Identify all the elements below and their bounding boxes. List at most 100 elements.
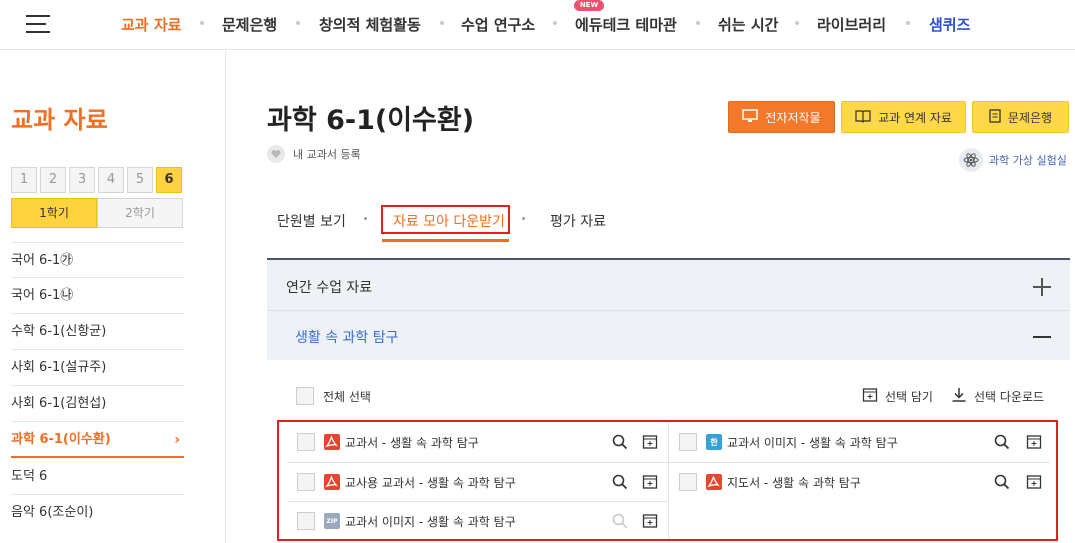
nav-separator bbox=[553, 21, 557, 25]
file-name[interactable]: 교과서 이미지 - 생활 속 과학 탐구 bbox=[345, 513, 516, 530]
file-checkbox[interactable] bbox=[679, 433, 697, 451]
register-textbook-label: 내 교과서 등록 bbox=[293, 148, 361, 161]
document-icon bbox=[989, 108, 1001, 126]
cart-add-icon[interactable] bbox=[641, 473, 659, 491]
sidebar-item-label: 과학 6-1(이수환) bbox=[11, 432, 111, 447]
nav-item-break-time[interactable]: 쉬는 시간 bbox=[718, 14, 778, 35]
image-file-icon: 한 bbox=[706, 434, 722, 450]
plus-icon[interactable] bbox=[1033, 278, 1051, 296]
nav-separator bbox=[296, 21, 300, 25]
nav-item-creative-activities[interactable]: 창의적 체험활동 bbox=[319, 14, 421, 35]
preview-search-icon[interactable] bbox=[993, 473, 1011, 491]
add-selected-label: 선택 담기 bbox=[885, 390, 933, 404]
sidebar-item-social-1[interactable]: 사회 6-1(설규주) bbox=[11, 350, 184, 386]
grade-button-3[interactable]: 3 bbox=[69, 167, 95, 193]
sidebar-item-korean-b[interactable]: 국어 6-1㉯ bbox=[11, 278, 184, 314]
nav-separator bbox=[906, 21, 910, 25]
semester-tab-1[interactable]: 1학기 bbox=[11, 198, 97, 228]
divider bbox=[668, 422, 669, 539]
cart-add-icon[interactable] bbox=[1025, 473, 1043, 491]
file-checkbox[interactable] bbox=[297, 512, 315, 530]
accordion-annual-materials[interactable]: 연간 수업 자료 bbox=[267, 258, 1070, 310]
sidebar-title: 교과 자료 bbox=[11, 106, 108, 134]
heart-icon bbox=[267, 145, 285, 163]
select-all-label: 전체 선택 bbox=[323, 389, 371, 404]
list-item: ZIP 교과서 이미지 - 생활 속 과학 탐구 bbox=[297, 501, 516, 541]
sidebar-item-math[interactable]: 수학 6-1(신항균) bbox=[11, 314, 184, 350]
file-checkbox[interactable] bbox=[297, 473, 315, 491]
register-textbook-button[interactable]: 내 교과서 등록 bbox=[267, 145, 361, 163]
nav-item-question-bank[interactable]: 문제은행 bbox=[222, 14, 277, 35]
file-name[interactable]: 지도서 - 생활 속 과학 탐구 bbox=[727, 474, 861, 491]
nav-separator bbox=[795, 21, 799, 25]
tab-download-collection[interactable]: 자료 모아 다운받기 bbox=[393, 211, 505, 231]
file-checkbox[interactable] bbox=[679, 473, 697, 491]
sidebar-item-social-2[interactable]: 사회 6-1(김현섭) bbox=[11, 386, 184, 422]
nav-item-lesson-lab[interactable]: 수업 연구소 bbox=[461, 14, 535, 35]
nav-separator bbox=[440, 21, 444, 25]
question-bank-label: 문제은행 bbox=[1007, 110, 1053, 125]
virtual-lab-label: 과학 가상 실험실 bbox=[989, 154, 1067, 167]
list-item: 지도서 - 생활 속 과학 탐구 bbox=[679, 462, 861, 502]
file-name[interactable]: 교과서 이미지 - 생활 속 과학 탐구 bbox=[727, 434, 898, 451]
tab-separator bbox=[522, 217, 525, 220]
grade-button-5[interactable]: 5 bbox=[127, 167, 153, 193]
file-name[interactable]: 교과서 - 생활 속 과학 탐구 bbox=[345, 434, 479, 451]
preview-search-icon[interactable] bbox=[611, 473, 629, 491]
page-title: 과학 6-1(이수환) bbox=[267, 105, 475, 136]
grade-button-4[interactable]: 4 bbox=[98, 167, 124, 193]
ebook-label: 전자저작물 bbox=[765, 110, 821, 125]
cart-add-icon bbox=[862, 387, 878, 406]
nav-item-edutech[interactable]: 에듀테크 테마관 bbox=[575, 14, 677, 35]
select-all: 전체 선택 bbox=[296, 387, 371, 405]
new-badge: NEW bbox=[574, 0, 604, 11]
grade-button-6[interactable]: 6 bbox=[156, 167, 182, 193]
file-checkbox[interactable] bbox=[297, 433, 315, 451]
nav-item-samquiz[interactable]: 샘퀴즈 bbox=[929, 14, 970, 35]
download-selected-button[interactable]: 선택 다운로드 bbox=[951, 387, 1044, 406]
tab-assessment[interactable]: 평가 자료 bbox=[550, 211, 606, 231]
question-bank-button[interactable]: 문제은행 bbox=[972, 101, 1069, 133]
tab-separator bbox=[364, 217, 367, 220]
cart-add-icon[interactable] bbox=[641, 433, 659, 451]
accordion-section-title: 생활 속 과학 탐구 bbox=[295, 330, 399, 346]
list-item: 교사용 교과서 - 생활 속 과학 탐구 bbox=[297, 462, 516, 502]
sidebar-item-science[interactable]: 과학 6-1(이수환) › bbox=[11, 422, 184, 458]
nav-item-textbook[interactable]: 교과 자료 bbox=[121, 14, 181, 35]
pdf-icon bbox=[324, 434, 340, 450]
sidebar-item-korean-a[interactable]: 국어 6-1㉮ bbox=[11, 242, 184, 278]
download-selected-label: 선택 다운로드 bbox=[974, 390, 1045, 404]
minus-icon[interactable] bbox=[1033, 328, 1051, 346]
book-icon bbox=[855, 109, 871, 126]
cart-add-icon[interactable] bbox=[641, 512, 659, 530]
sidebar-item-music[interactable]: 음악 6(조순이) bbox=[11, 495, 184, 531]
accordion-title: 연간 수업 자료 bbox=[286, 280, 373, 296]
tab-by-unit[interactable]: 단원별 보기 bbox=[277, 211, 346, 231]
sidebar-item-ethics[interactable]: 도덕 6 bbox=[11, 459, 184, 495]
monitor-icon bbox=[742, 108, 759, 126]
preview-search-icon[interactable] bbox=[611, 433, 629, 451]
chevron-right-icon: › bbox=[174, 432, 180, 448]
accordion-section-science-inquiry[interactable]: 생활 속 과학 탐구 bbox=[267, 310, 1070, 360]
menu-icon[interactable] bbox=[26, 15, 50, 33]
preview-search-icon[interactable] bbox=[993, 433, 1011, 451]
virtual-lab-link[interactable]: 과학 가상 실험실 bbox=[959, 148, 1067, 172]
pdf-icon bbox=[706, 474, 722, 490]
grade-button-2[interactable]: 2 bbox=[40, 167, 66, 193]
file-name[interactable]: 교사용 교과서 - 생활 속 과학 탐구 bbox=[345, 474, 516, 491]
nav-item-library[interactable]: 라이브러리 bbox=[817, 14, 886, 35]
select-all-checkbox[interactable] bbox=[296, 387, 314, 405]
file-list: 교과서 - 생활 속 과학 탐구 한 교과서 이미지 - 생활 속 과학 탐구 … bbox=[277, 420, 1058, 541]
list-item: 한 교과서 이미지 - 생활 속 과학 탐구 bbox=[679, 422, 898, 462]
semester-tab-2[interactable]: 2학기 bbox=[97, 198, 183, 228]
linked-materials-button[interactable]: 교과 연계 자료 bbox=[841, 101, 966, 133]
grade-button-1[interactable]: 1 bbox=[11, 167, 37, 193]
pdf-icon bbox=[324, 474, 340, 490]
ebook-button[interactable]: 전자저작물 bbox=[728, 101, 835, 133]
nav-separator bbox=[696, 21, 700, 25]
download-icon bbox=[951, 387, 967, 406]
nav-separator bbox=[200, 21, 204, 25]
zip-file-icon: ZIP bbox=[324, 513, 340, 529]
add-selected-button[interactable]: 선택 담기 bbox=[862, 387, 933, 406]
cart-add-icon[interactable] bbox=[1025, 433, 1043, 451]
